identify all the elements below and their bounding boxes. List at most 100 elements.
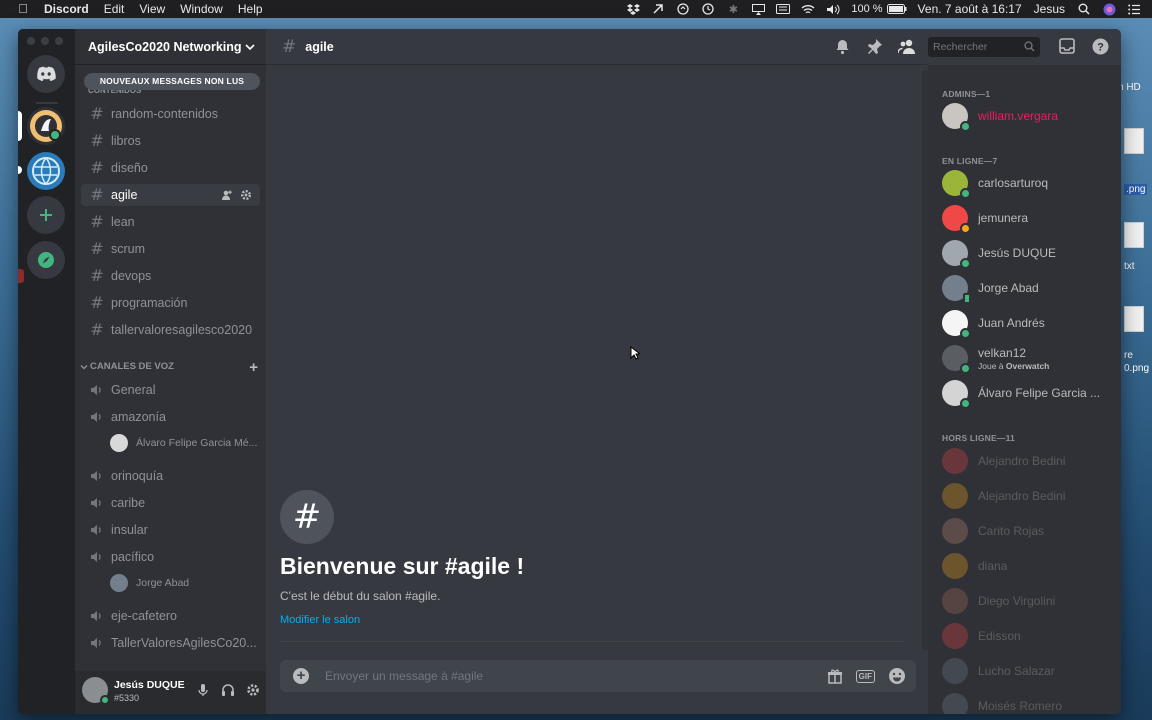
explore-servers-button[interactable]: [27, 241, 65, 279]
member-item[interactable]: Jorge Abad: [942, 273, 1118, 304]
member-item[interactable]: william.vergara: [942, 101, 1118, 132]
unread-messages-pill[interactable]: NOUVEAUX MESSAGES NON LUS: [84, 73, 260, 90]
dropbox-icon[interactable]: [626, 3, 640, 15]
menu-view[interactable]: View: [139, 2, 165, 16]
notification-center-icon[interactable]: [1127, 3, 1141, 15]
member-item[interactable]: Alejandro Bedini: [942, 481, 1118, 511]
member-item[interactable]: Edisson: [942, 621, 1118, 651]
time-machine-icon[interactable]: [701, 3, 715, 15]
siri-icon[interactable]: [1102, 3, 1116, 15]
tool-icon[interactable]: [651, 3, 665, 15]
menu-app-name[interactable]: Discord: [44, 2, 89, 16]
app-badge-icon: [18, 269, 24, 283]
edit-channel-link[interactable]: Modifier le salon: [280, 614, 360, 626]
menubar-user[interactable]: Jesus: [1034, 2, 1065, 16]
member-item[interactable]: velkan12 Joue à Overwatch: [942, 343, 1118, 374]
keyboard-icon[interactable]: [776, 3, 791, 15]
channel-agile[interactable]: # agile: [81, 184, 260, 206]
emoji-picker-icon[interactable]: [888, 667, 906, 685]
server-agilesco2020[interactable]: [27, 107, 65, 145]
channel-devops[interactable]: # devops: [81, 265, 260, 287]
user-name[interactable]: Jesús DUQUE: [114, 679, 185, 691]
add-server-button[interactable]: [27, 196, 65, 234]
member-group-header: HORS LIGNE—11: [942, 433, 1015, 443]
close-window-button[interactable]: [27, 37, 35, 45]
voice-channel-insular[interactable]: insular: [81, 519, 260, 541]
gif-picker-icon[interactable]: GIF: [855, 669, 875, 683]
member-item[interactable]: Diego Virgolini: [942, 586, 1118, 616]
member-item[interactable]: diana: [942, 551, 1118, 581]
help-icon[interactable]: ?: [1092, 38, 1109, 55]
menu-help[interactable]: Help: [238, 2, 263, 16]
member-item[interactable]: Alejandro Bedini: [942, 446, 1118, 476]
search-input[interactable]: Rechercher: [928, 37, 1040, 57]
channel-tallervaloresagilesco2020[interactable]: # tallervaloresagilesco2020: [81, 319, 260, 341]
member-list-icon[interactable]: [898, 38, 916, 55]
battery-percent[interactable]: 100 %: [851, 3, 882, 15]
pinned-messages-icon[interactable]: [866, 38, 883, 55]
bluetooth-icon[interactable]: ✱: [726, 3, 740, 16]
spotlight-search-icon[interactable]: [1077, 3, 1091, 15]
voice-category-header[interactable]: CANALES DE VOZ +: [80, 359, 258, 376]
channel-settings-gear-icon[interactable]: [240, 189, 252, 201]
channel-random-contenidos[interactable]: # random-contenidos: [81, 103, 260, 125]
member-item[interactable]: Juan Andrés: [942, 308, 1118, 339]
channel-scrum[interactable]: # scrum: [81, 238, 260, 260]
headphones-icon[interactable]: [221, 683, 235, 697]
speaker-icon: [91, 552, 101, 562]
user-settings-gear-icon[interactable]: [246, 683, 260, 697]
voice-user[interactable]: Álvaro Felipe Garcia Mé...: [110, 434, 257, 452]
message-input-placeholder[interactable]: Envoyer un message à #agile: [325, 669, 483, 683]
member-item[interactable]: jemunera: [942, 203, 1118, 234]
voice-channel-general[interactable]: General: [81, 379, 260, 401]
window-controls: [27, 37, 63, 45]
member-item[interactable]: carlosarturoq: [942, 168, 1118, 199]
desktop-file-icon[interactable]: [1124, 222, 1144, 248]
menu-edit[interactable]: Edit: [104, 2, 125, 16]
create-voice-channel-icon[interactable]: +: [249, 359, 258, 376]
member-item[interactable]: Carito Rojas: [942, 516, 1118, 546]
voice-channel-eje-cafetero[interactable]: eje-cafetero: [81, 605, 260, 627]
invite-member-icon[interactable]: [221, 189, 233, 201]
search-placeholder: Rechercher: [933, 41, 988, 53]
sync-icon[interactable]: [676, 3, 690, 15]
voice-user-name: Jorge Abad: [136, 577, 190, 589]
server-globe[interactable]: [27, 152, 65, 190]
airplay-icon[interactable]: [751, 3, 765, 15]
message-composer[interactable]: + Envoyer un message à #agile GIF: [280, 660, 916, 692]
zoom-window-button[interactable]: [55, 37, 63, 45]
channel-lean[interactable]: # lean: [81, 211, 260, 233]
voice-channel-orinoquia[interactable]: orinoquía: [81, 465, 260, 487]
voice-channel-pacifico[interactable]: pacífico: [81, 546, 260, 568]
volume-icon[interactable]: [826, 3, 840, 15]
channel-libros[interactable]: # libros: [81, 130, 260, 152]
member-item[interactable]: Álvaro Felipe Garcia ...: [942, 378, 1118, 409]
menubar-datetime[interactable]: Ven. 7 août à 16:17: [918, 2, 1022, 16]
member-item[interactable]: Jesús DUQUE: [942, 238, 1118, 269]
voice-channel-amazonia[interactable]: amazonía: [81, 406, 260, 428]
channel-diseno[interactable]: # diseño: [81, 157, 260, 179]
microphone-icon[interactable]: [196, 683, 210, 697]
channel-programacion[interactable]: # programación: [81, 292, 260, 314]
member-item[interactable]: Lucho Salazar: [942, 656, 1118, 686]
member-item[interactable]: Moisés Romero: [942, 691, 1118, 714]
apple-menu-icon[interactable]: : [16, 2, 30, 16]
desktop-file-icon[interactable]: [1124, 128, 1144, 154]
member-name: Jorge Abad: [978, 281, 1039, 295]
desktop-file-icon[interactable]: [1124, 306, 1144, 332]
wifi-icon[interactable]: [801, 3, 815, 15]
voice-channel-tallervaloresagilesco20[interactable]: TallerValoresAgilesCo20...: [81, 632, 260, 654]
voice-channel-caribe[interactable]: caribe: [81, 492, 260, 514]
notification-bell-icon[interactable]: [834, 38, 851, 55]
guild-header[interactable]: AgilesCo2020 Networking: [75, 29, 266, 65]
hash-icon: #: [90, 158, 104, 177]
voice-channel-label: caribe: [111, 496, 146, 510]
gift-icon[interactable]: [827, 668, 843, 684]
home-button[interactable]: [27, 55, 65, 93]
add-attachment-icon[interactable]: +: [293, 668, 309, 684]
battery-icon[interactable]: [886, 3, 907, 15]
minimize-window-button[interactable]: [41, 37, 49, 45]
inbox-icon[interactable]: [1059, 38, 1075, 54]
voice-user[interactable]: Jorge Abad: [110, 574, 189, 592]
menu-window[interactable]: Window: [180, 2, 223, 16]
